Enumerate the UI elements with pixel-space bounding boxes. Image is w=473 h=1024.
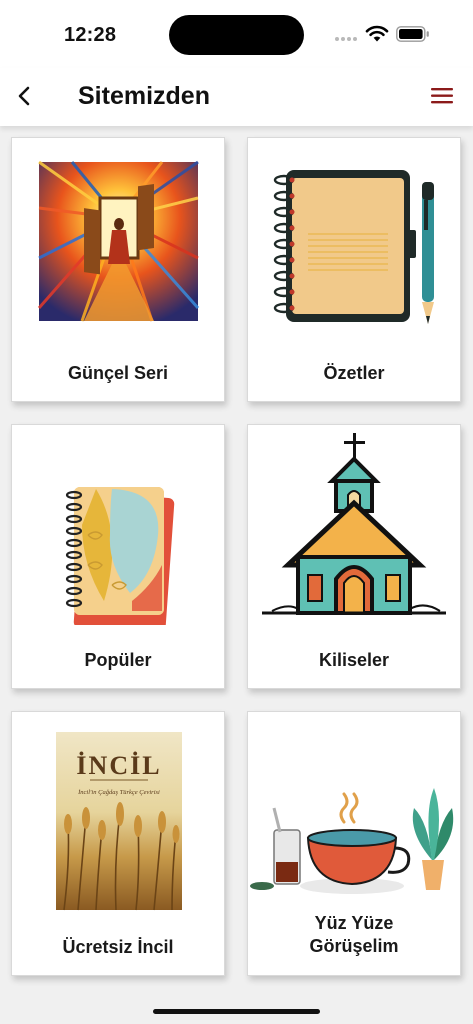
card-kiliseler[interactable]: Kiliseler xyxy=(247,424,461,689)
card-label-line2: Görüşelim xyxy=(309,936,399,956)
home-indicator[interactable] xyxy=(153,1009,320,1014)
dynamic-island xyxy=(169,15,304,55)
page-title: Sitemizden xyxy=(78,82,210,110)
wifi-icon xyxy=(365,25,389,42)
menu-button[interactable] xyxy=(429,84,457,108)
content-grid: Günçel Seri Özetler Popüler Kiliseler İN… xyxy=(0,126,473,1006)
card-label: Kiliseler xyxy=(318,650,390,670)
card-ucretsiz-incil[interactable]: İNCİL İncil'in Çağdaş Türkçe Çevirisi Üc… xyxy=(11,711,225,976)
cellular-signal-icon xyxy=(335,37,359,43)
card-guncel-seri[interactable]: Günçel Seri xyxy=(11,137,225,402)
card-label: Günçel Seri xyxy=(67,363,169,383)
book-subtitle: İncil'in Çağdaş Türkçe Çevirisi xyxy=(77,789,160,796)
sunburst-doorway-figure-art xyxy=(12,138,224,338)
card-yuz-yuze-goruselim[interactable]: Yüz Yüze Görüşelim xyxy=(247,711,461,976)
battery-icon xyxy=(396,26,429,42)
card-populer[interactable]: Popüler xyxy=(11,424,225,689)
card-label-line1: Yüz Yüze xyxy=(314,913,394,933)
hamburger-menu-icon xyxy=(431,88,453,104)
app-header: Sitemizden xyxy=(0,68,473,126)
card-label: Özetler xyxy=(323,363,385,383)
incil-book-cover-wheat: İNCİL İncil'in Çağdaş Türkçe Çevirisi xyxy=(12,712,224,912)
card-label: Popüler xyxy=(84,650,152,670)
card-ozetler[interactable]: Özetler xyxy=(247,137,461,402)
chevron-left-icon xyxy=(18,86,30,106)
church-with-cross xyxy=(248,425,460,625)
spiral-notebook-and-pen xyxy=(248,138,460,338)
app-screen: 12:28 Sitemizden Günçel Seri Özetler Pop… xyxy=(0,0,473,1024)
book-title: İNCİL xyxy=(76,751,161,780)
status-time: 12:28 xyxy=(64,24,117,46)
decorative-spiral-notebook xyxy=(12,425,224,625)
card-label: Ücretsiz İncil xyxy=(62,937,174,957)
status-bar: 12:28 xyxy=(0,0,473,68)
tea-cup-coffee-and-plant xyxy=(248,712,460,912)
back-button[interactable] xyxy=(10,80,42,112)
